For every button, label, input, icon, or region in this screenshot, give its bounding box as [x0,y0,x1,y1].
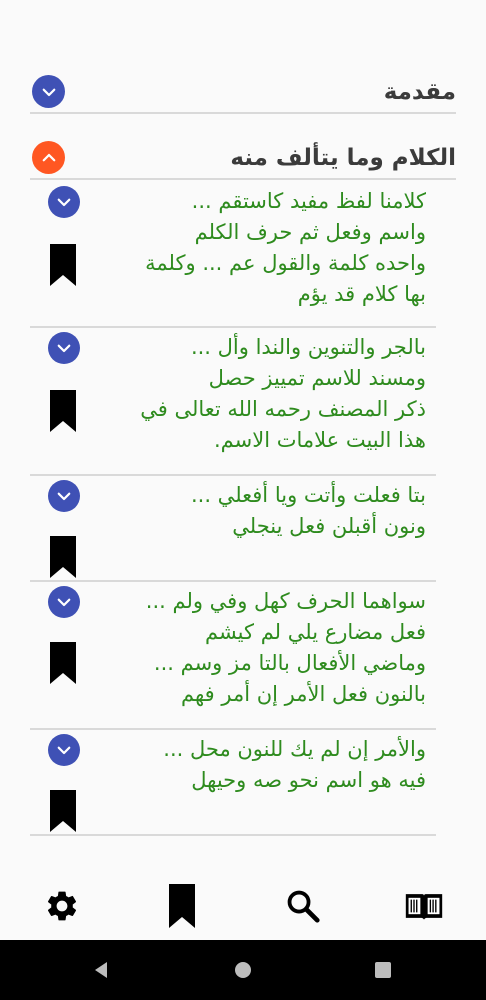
verse-expand-button[interactable] [48,186,80,218]
collapse-button[interactable] [32,141,65,174]
verse-text: سواهما الحرف كهل وفي ولم ... فعل مضارع ي… [145,589,426,706]
verse-item[interactable]: بالجر والتنوين والندا وأل ... ومسند للاس… [30,328,436,476]
gear-icon [47,891,77,921]
home-icon[interactable] [231,958,255,982]
book-button[interactable] [404,886,444,926]
chevron-down-icon [57,344,71,353]
expand-button[interactable] [32,75,65,108]
chevron-down-icon [42,88,55,96]
book-icon [405,894,443,920]
search-button[interactable] [283,886,323,926]
section-title: مقدمة [383,79,456,105]
section-title: الكلام وما يتألف منه [230,145,456,171]
verse-expand-button[interactable] [48,332,80,364]
back-icon[interactable] [90,958,114,982]
bookmark-icon[interactable] [50,390,76,432]
verse-text: بتا فعلت وأتت ويا أفعلي ... ونون أقبلن ف… [190,483,426,538]
verse-text: والأمر إن لم يك للنون محل ... فيه هو اسم… [163,737,426,792]
app-screen: مقدمة الكلام وما يتألف منه كلامنا لفظ مف… [0,0,486,940]
bookmarks-button[interactable] [162,884,202,928]
verse-item[interactable]: سواهما الحرف كهل وفي ولم ... فعل مضارع ي… [30,582,436,730]
bookmark-icon[interactable] [50,790,76,832]
section-header-intro[interactable]: مقدمة [30,72,456,114]
bookmark-icon[interactable] [50,642,76,684]
verse-item[interactable]: كلامنا لفظ مفيد كاستقم ... واسم وفعل ثم … [30,182,436,328]
bookmark-icon[interactable] [50,244,76,286]
recents-icon[interactable] [371,958,395,982]
verse-item[interactable]: بتا فعلت وأتت ويا أفعلي ... ونون أقبلن ف… [30,476,436,582]
verse-text: بالجر والتنوين والندا وأل ... ومسند للاس… [140,335,426,452]
system-navigation-bar [0,940,486,1000]
bookmark-icon [169,884,195,928]
chevron-down-icon [57,746,71,755]
verse-expand-button[interactable] [48,586,80,618]
verse-item[interactable]: والأمر إن لم يك للنون محل ... فيه هو اسم… [30,730,436,836]
bottom-navigation [0,872,486,940]
settings-button[interactable] [42,886,82,926]
verse-expand-button[interactable] [48,480,80,512]
section-header-kalam[interactable]: الكلام وما يتألف منه [30,138,456,180]
verse-expand-button[interactable] [48,734,80,766]
chevron-down-icon [57,492,71,501]
verse-text: كلامنا لفظ مفيد كاستقم ... واسم وفعل ثم … [145,189,426,306]
search-icon [287,890,320,923]
bookmark-icon[interactable] [50,536,76,578]
chevron-down-icon [57,198,71,207]
chevron-up-icon [42,153,55,161]
chevron-down-icon [57,598,71,607]
